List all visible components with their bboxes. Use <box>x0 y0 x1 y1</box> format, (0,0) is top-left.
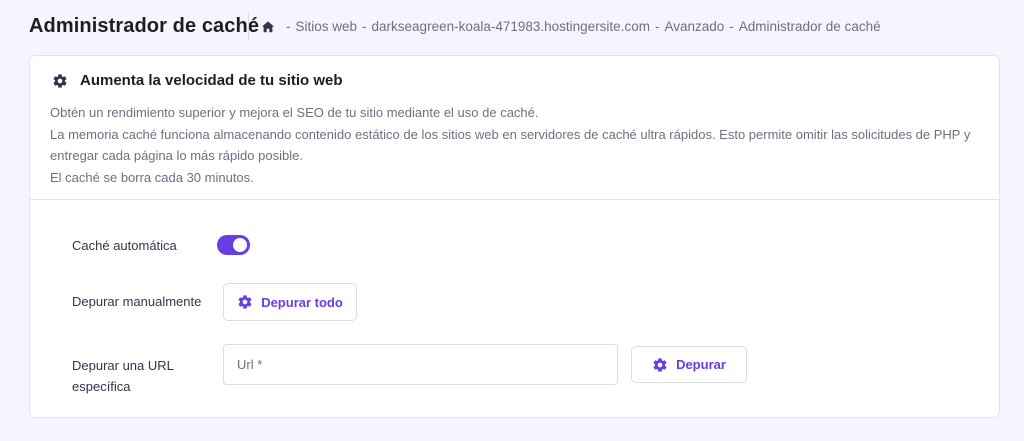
toggle-knob <box>233 238 247 252</box>
breadcrumb-current: Administrador de caché <box>738 19 881 34</box>
home-icon[interactable] <box>261 20 275 34</box>
breadcrumb-avanzado[interactable]: Avanzado <box>664 19 724 34</box>
purge-url-button-label: Depurar <box>676 357 726 372</box>
gear-icon <box>52 73 68 89</box>
breadcrumb-separator: - <box>654 19 660 34</box>
purge-url-label-line: Depurar una URL <box>72 358 174 373</box>
purge-manual-label: Depurar manualmente <box>72 294 202 309</box>
title-divider <box>248 14 249 40</box>
auto-cache-label: Caché automática <box>72 238 177 253</box>
gear-icon <box>652 357 668 373</box>
gear-icon <box>237 294 253 310</box>
page-header: Administrador de caché - Sitios web - da… <box>0 0 1024 56</box>
description-line: La memoria caché funciona almacenando co… <box>50 126 971 164</box>
breadcrumb-separator: - <box>362 19 367 34</box>
purge-url-label-line: específica <box>72 379 131 394</box>
card-header: Aumenta la velocidad de tu sitio web Obt… <box>30 56 999 200</box>
description-line: El caché se borra cada 30 minutos. <box>50 169 254 185</box>
cache-card: Aumenta la velocidad de tu sitio web Obt… <box>29 55 1000 418</box>
url-input[interactable] <box>223 344 618 385</box>
breadcrumb-site[interactable]: darkseagreen-koala-471983.hostingersite.… <box>372 19 650 34</box>
card-title-row: Aumenta la velocidad de tu sitio web <box>52 72 343 89</box>
auto-cache-toggle[interactable] <box>217 235 250 255</box>
card-description: Obtén un rendimiento superior y mejora e… <box>50 102 980 188</box>
breadcrumb-separator: - <box>286 19 291 34</box>
breadcrumb-separator: - <box>729 19 734 34</box>
purge-all-label: Depurar todo <box>261 294 343 310</box>
breadcrumb: - Sitios web - darkseagreen-koala-471983… <box>261 19 881 34</box>
purge-url-button[interactable]: Depurar <box>631 346 747 383</box>
purge-all-button[interactable]: Depurar todo <box>223 283 357 321</box>
purge-url-label: Depurar una URL específica <box>72 355 174 397</box>
description-line: Obtén un rendimiento superior y mejora e… <box>50 105 539 120</box>
breadcrumb-sitios-web[interactable]: Sitios web <box>296 19 358 34</box>
card-title: Aumenta la velocidad de tu sitio web <box>80 72 343 89</box>
page-title: Administrador de caché <box>29 15 260 37</box>
